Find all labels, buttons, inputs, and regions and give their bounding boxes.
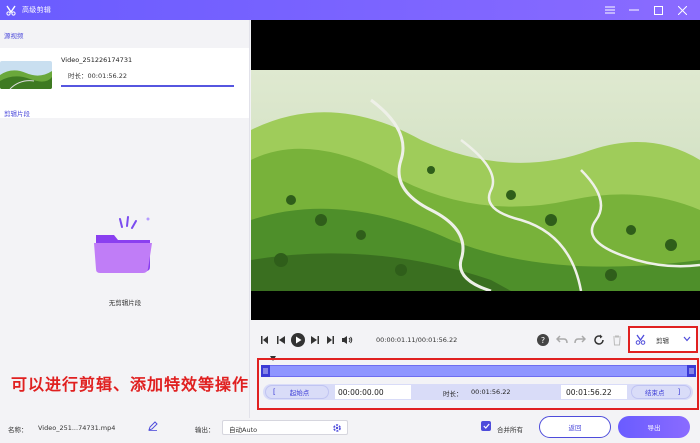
- overlay-caption: 可以进行剪辑、添加特效等操作: [11, 375, 250, 394]
- cut-mode-selector[interactable]: 剪辑: [628, 326, 698, 353]
- start-time-field[interactable]: 00:00:00.00: [335, 385, 411, 399]
- edit-name-icon[interactable]: [148, 421, 158, 431]
- timeline-track[interactable]: [265, 365, 691, 377]
- source-thumbnail[interactable]: [0, 61, 52, 89]
- source-video-duration: 时长：00:01:56.22: [68, 72, 128, 80]
- duration-label: 时长：: [443, 390, 463, 398]
- set-end-button[interactable]: 结束点 ]: [631, 385, 691, 399]
- merge-all-checkbox[interactable]: [481, 421, 491, 431]
- name-label: 名称：: [8, 426, 28, 434]
- step-back-icon[interactable]: [275, 334, 287, 346]
- end-bracket: ]: [677, 388, 681, 396]
- output-value: 自动Auto: [229, 426, 258, 434]
- empty-clips-text: 无剪辑片段: [108, 299, 142, 307]
- playback-timecode: 00:00:01.11/00:01:56.22: [376, 336, 458, 344]
- set-start-button[interactable]: [ 起始点: [265, 385, 329, 399]
- source-video-name: Video_251226174731: [61, 56, 133, 64]
- merge-all-label: 合并所有: [497, 426, 523, 434]
- close-icon[interactable]: [670, 0, 694, 20]
- video-frame[interactable]: [251, 70, 700, 291]
- clips-section-label: 剪辑片段: [4, 110, 30, 118]
- start-time-value: 00:00:00.00: [338, 387, 384, 397]
- svg-text:?: ?: [541, 336, 545, 345]
- redo-icon[interactable]: [574, 334, 586, 346]
- undo-icon[interactable]: [556, 334, 568, 346]
- scissors-icon: [635, 334, 646, 345]
- prev-frame-icon[interactable]: [259, 334, 271, 346]
- window-title: 高级剪辑: [22, 6, 52, 14]
- end-time-value: 00:01:56.22: [566, 387, 612, 397]
- help-icon[interactable]: ?: [537, 334, 549, 346]
- app-logo-icon: [4, 3, 18, 17]
- output-label: 输出：: [195, 426, 215, 434]
- step-forward-icon[interactable]: [309, 334, 321, 346]
- menu-icon[interactable]: [598, 0, 622, 20]
- end-time-field[interactable]: 00:01:56.22: [561, 385, 627, 399]
- return-button[interactable]: 返回: [539, 416, 611, 438]
- timeline-panel: [ 起始点 00:00:00.00 时长： 00:01:56.22 00:01:…: [257, 358, 699, 410]
- duration-value: 00:01:56.22: [471, 388, 511, 396]
- minimize-icon[interactable]: [622, 0, 646, 20]
- video-preview-area[interactable]: [251, 20, 700, 320]
- export-button[interactable]: 导出: [618, 416, 690, 438]
- start-bracket: [: [273, 388, 276, 396]
- source-selected-underline: [61, 85, 234, 87]
- timeline-start-handle[interactable]: [261, 365, 270, 377]
- empty-folder-icon: [90, 215, 155, 277]
- maximize-icon[interactable]: [646, 0, 670, 20]
- output-path-select[interactable]: 自动Auto: [222, 420, 348, 435]
- file-name-value: Video_251...74731.mp4: [38, 424, 116, 432]
- set-start-label: 起始点: [289, 389, 310, 397]
- delete-icon[interactable]: [611, 334, 623, 346]
- timeline-end-handle[interactable]: [687, 365, 696, 377]
- title-bar: 高级剪辑: [0, 0, 700, 20]
- volume-icon[interactable]: [341, 334, 353, 346]
- trim-controls-row: [ 起始点 00:00:00.00 时长： 00:01:56.22 00:01:…: [263, 384, 693, 400]
- output-settings-icon[interactable]: [332, 423, 342, 433]
- chevron-down-icon[interactable]: [683, 336, 691, 342]
- reset-icon[interactable]: [593, 334, 605, 346]
- next-frame-icon[interactable]: [324, 334, 336, 346]
- play-button[interactable]: [290, 332, 305, 347]
- source-section-label: 源视频: [4, 32, 24, 40]
- set-end-label: 结束点: [645, 389, 665, 397]
- cut-mode-label: 剪辑: [656, 336, 669, 345]
